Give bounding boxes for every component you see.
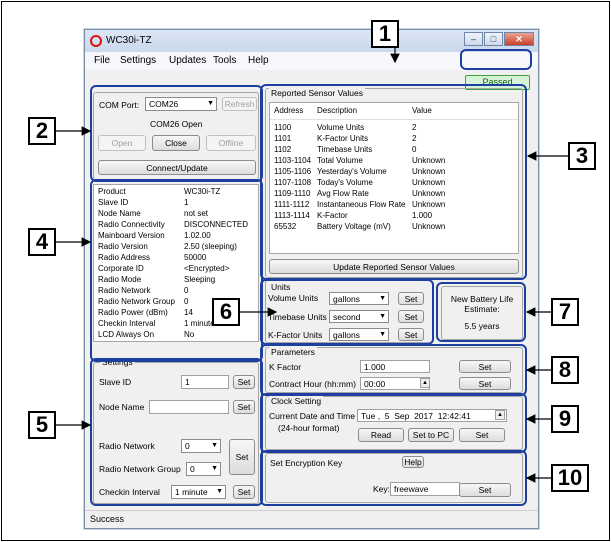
callout-6: 6 xyxy=(212,298,240,326)
callout-9: 9 xyxy=(551,405,579,433)
callout-arrows xyxy=(56,48,568,483)
callout-10: 10 xyxy=(551,464,589,492)
callout-3: 3 xyxy=(568,142,596,170)
callout-8: 8 xyxy=(551,356,579,384)
callout-7: 7 xyxy=(551,298,579,326)
callout-5: 5 xyxy=(28,411,56,439)
callout-4: 4 xyxy=(28,228,56,256)
callout-2: 2 xyxy=(28,117,56,145)
callout-1: 1 xyxy=(371,20,399,48)
